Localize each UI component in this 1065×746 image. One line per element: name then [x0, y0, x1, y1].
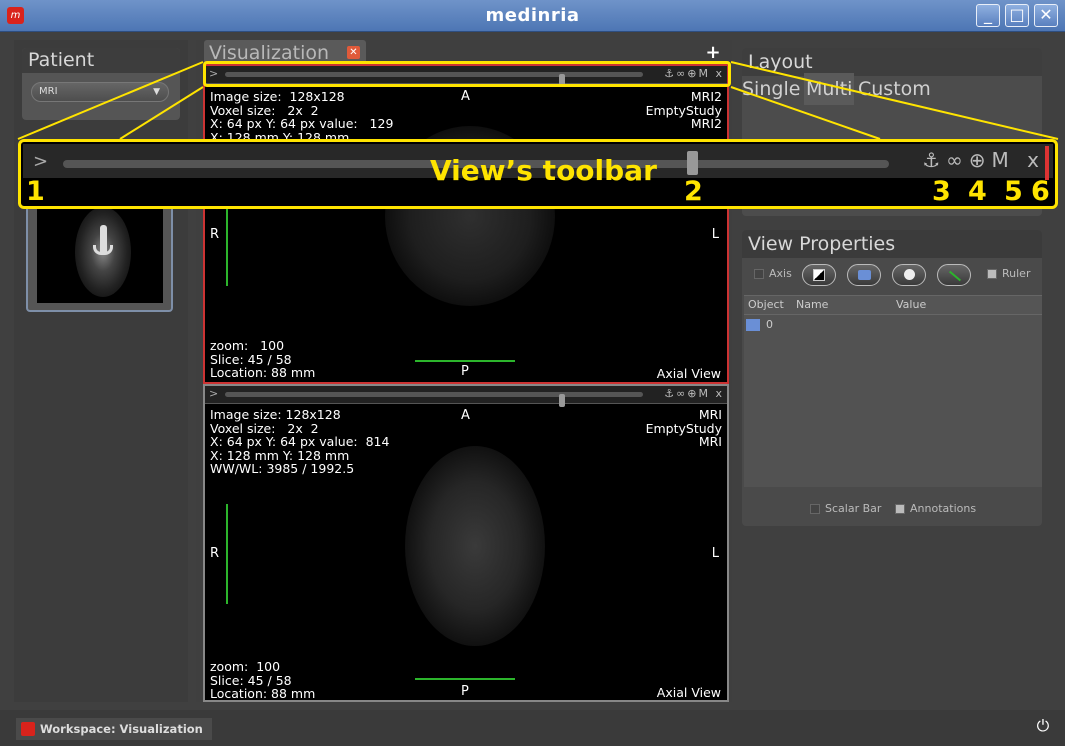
callout-number-6: 6	[1031, 176, 1050, 207]
close-tab-icon[interactable]: ✕	[347, 46, 360, 59]
view-top-orientation-label: Axial View	[656, 366, 721, 381]
chevron-down-icon: ▼	[153, 87, 160, 97]
mri-image	[405, 446, 545, 646]
callout-title: View’s toolbar	[430, 154, 657, 187]
callout-number-2: 2	[684, 176, 703, 207]
measure-button[interactable]	[937, 264, 971, 286]
orientation-anterior: A	[461, 89, 470, 104]
view-bottom-toolbar-icons[interactable]: ⚓∞⊕M x	[664, 387, 724, 400]
vertical-ruler	[226, 504, 234, 604]
properties-table-header: Object Name Value	[744, 295, 1042, 315]
callout-number-4: 4	[968, 176, 987, 207]
callout-toolbar-icons: ⚓∞⊕M x	[922, 148, 1045, 172]
orientation-left: L	[711, 227, 719, 242]
callout-slider-handle	[687, 151, 698, 175]
patient-header: Patient	[22, 48, 180, 73]
view-top-info: Image size: 128x128 Voxel size: 2x 2 X: …	[210, 89, 394, 145]
view-bottom-orientation-label: Axial View	[656, 685, 721, 700]
checkbox-box[interactable]	[810, 504, 820, 514]
ruler-label: Ruler	[1002, 267, 1031, 280]
patient-dropdown-value: MRI	[39, 86, 58, 97]
view-bottom-expand-button[interactable]: >	[209, 387, 218, 400]
orientation-left: L	[711, 546, 719, 561]
view-top[interactable]: > ⚓∞⊕M x Image size: 128x128 Voxel size:…	[203, 64, 729, 384]
layout-header: Layout	[742, 48, 1042, 76]
axis-label: Axis	[769, 267, 792, 280]
slicing-button[interactable]	[847, 264, 881, 286]
callout-number-3: 3	[932, 176, 951, 207]
view-bottom[interactable]: > ⚓∞⊕M x Image size: 128x128 Voxel size:…	[203, 384, 729, 702]
view-top-zoom-info: zoom: 100 Slice: 45 / 58 Location: 88 mm	[210, 338, 316, 380]
horizontal-ruler	[415, 672, 515, 680]
window-level-icon	[813, 269, 825, 281]
annotations-label: Annotations	[910, 502, 977, 515]
orientation-anterior: A	[461, 408, 470, 423]
minimize-icon[interactable]: _	[976, 4, 1000, 27]
power-icon[interactable]: ⏻	[1033, 716, 1053, 736]
slider-handle[interactable]	[559, 394, 565, 407]
annotations-checkbox[interactable]: Annotations	[895, 502, 976, 515]
view-bottom-info: Image size: 128x128 Voxel size: 2x 2 X: …	[210, 407, 390, 476]
tab-layout-single[interactable]: Single	[742, 73, 800, 105]
callout-red-edge	[1045, 146, 1049, 180]
add-view-button[interactable]: +	[702, 44, 724, 62]
ruler-checkbox[interactable]: Ruler	[987, 267, 1030, 280]
view-bottom-zoom-info: zoom: 100 Slice: 45 / 58 Location: 88 mm	[210, 659, 316, 701]
scalar-bar-label: Scalar Bar	[825, 502, 882, 515]
window-level-button[interactable]	[802, 264, 836, 286]
callout-expand-button: >	[33, 151, 49, 172]
column-name[interactable]: Name	[796, 298, 828, 311]
checkbox-box[interactable]	[754, 269, 764, 279]
measure-icon	[948, 270, 962, 282]
view-bottom-toolbar: > ⚓∞⊕M x	[205, 386, 727, 407]
view-properties-header: View Properties	[742, 230, 1042, 258]
close-icon[interactable]: ✕	[1034, 4, 1058, 27]
maximize-icon[interactable]: □	[1005, 4, 1029, 27]
callout-number-1: 1	[26, 176, 45, 207]
table-row[interactable]: 0	[746, 318, 773, 331]
column-object[interactable]: Object	[748, 298, 784, 311]
checkbox-box[interactable]	[895, 504, 905, 514]
zoom-button[interactable]	[892, 264, 926, 286]
view-bottom-slice-slider[interactable]	[225, 392, 643, 407]
orientation-posterior: P	[461, 364, 469, 379]
view-bottom-series-info: MRI EmptyStudy MRI	[645, 407, 722, 449]
callout-number-5: 5	[1004, 176, 1023, 207]
checkbox-box[interactable]	[987, 269, 997, 279]
axis-checkbox[interactable]: Axis	[754, 267, 792, 280]
workspace-label: Workspace: Visualization	[40, 722, 203, 736]
properties-table: 0	[744, 315, 1042, 487]
vertical-ruler	[226, 206, 234, 286]
orientation-right: R	[210, 227, 220, 242]
horizontal-ruler	[415, 354, 515, 362]
patient-dropdown[interactable]: MRI ▼	[31, 82, 169, 102]
window-title: medinria	[485, 5, 580, 26]
layer-icon	[746, 319, 760, 331]
app-logo-icon	[21, 722, 35, 736]
magnifier-icon	[904, 269, 915, 280]
toolbar-highlight-box	[203, 61, 731, 87]
orientation-right: R	[210, 546, 220, 561]
patient-panel: Patient MRI ▼	[22, 48, 180, 120]
tab-layout-custom[interactable]: Custom	[858, 73, 931, 105]
orientation-posterior: P	[461, 684, 469, 699]
title-bar: m medinria _ □ ✕	[0, 0, 1065, 32]
scalar-bar-checkbox[interactable]: Scalar Bar	[810, 502, 881, 515]
tab-layout-multi[interactable]: Multi	[804, 73, 855, 105]
slicing-icon	[858, 270, 871, 280]
app-window: m medinria _ □ ✕ Patient MRI ▼ Visualiza…	[0, 0, 1065, 746]
workspace-button[interactable]: Workspace: Visualization	[16, 718, 212, 740]
column-value[interactable]: Value	[896, 298, 926, 311]
row-object-id: 0	[766, 318, 773, 331]
view-top-series-info: MRI2 EmptyStudy MRI2	[645, 89, 722, 131]
